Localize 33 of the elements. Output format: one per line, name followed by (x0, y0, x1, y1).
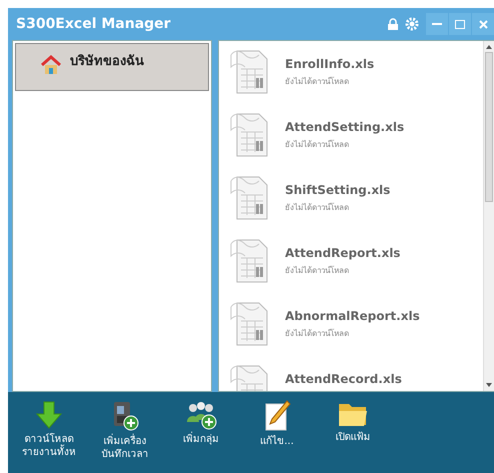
scroll-down-icon[interactable] (486, 382, 492, 388)
file-status: ยังไม่ได้ดาวน์โหลด (285, 76, 350, 88)
file-name[interactable]: AttendSetting.xls (285, 120, 404, 134)
close-icon (478, 20, 488, 28)
window-title: S300Excel Manager (16, 16, 172, 32)
file-name[interactable]: AttendRecord.xls (285, 372, 402, 386)
edit-button[interactable]: แก้ไข... (246, 400, 308, 473)
people-add-icon (185, 400, 217, 430)
down-arrow-icon (34, 400, 64, 430)
maximize-button[interactable] (449, 13, 471, 35)
file-status: ยังไม่ได้ดาวน์โหลด (285, 328, 350, 340)
minimize-icon (432, 22, 442, 26)
settings-icon[interactable] (405, 17, 419, 31)
scroll-up-icon[interactable] (486, 44, 492, 50)
minimize-button[interactable] (426, 13, 448, 35)
group-button[interactable]: เพิ่มกลุ่ม (170, 400, 232, 473)
file-name[interactable]: AbnormalReport.xls (285, 309, 420, 323)
file-status: ยังไม่ได้ดาวน์โหลด (285, 202, 350, 214)
sidebar-item[interactable]: บริษัทของฉัน (15, 43, 209, 91)
close-button[interactable] (472, 13, 494, 35)
file-status: ยังไม่ได้ดาวน์โหลด (285, 138, 350, 151)
file-name[interactable]: ShiftSetting.xls (285, 183, 390, 197)
download-button[interactable]: ดาวน์โหลด รายงานทั้งห (18, 400, 80, 473)
folder-button[interactable]: เปิดแฟ้ม (322, 400, 384, 473)
device-button[interactable]: เพิ่มเครื่อง บันทึกเวลา (94, 400, 156, 473)
file-name[interactable]: AttendReport.xls (285, 246, 400, 260)
house-icon (40, 54, 62, 76)
file-status: ยังไม่ได้ดาวน์โหลด (285, 264, 350, 277)
scrollbar[interactable] (483, 41, 494, 391)
lock-icon[interactable] (387, 18, 399, 30)
pencil-paper-icon (263, 400, 291, 432)
maximize-icon (455, 20, 465, 28)
file-name[interactable]: EnrollInfo.xls (285, 57, 374, 71)
